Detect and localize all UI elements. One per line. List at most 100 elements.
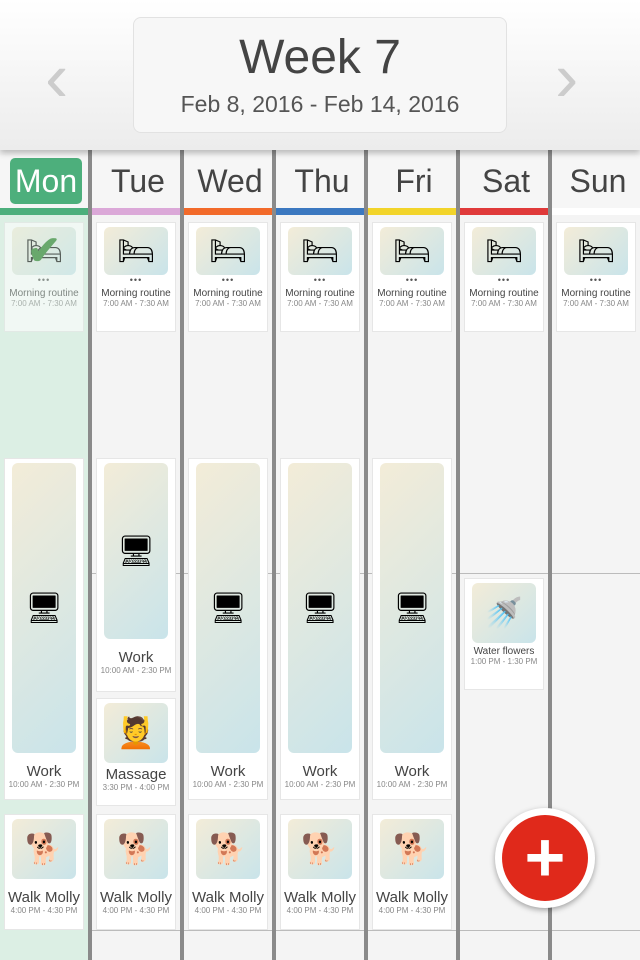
day-header[interactable]: Sun [552, 155, 640, 215]
event-image: 🛏 [380, 227, 444, 275]
day-color-bar [460, 208, 552, 215]
event-name: Morning routine [469, 288, 539, 299]
event-card-walk[interactable]: 🐕 Walk Molly 4:00 PM - 4:30 PM [96, 814, 176, 930]
event-time: 7:00 AM - 7:30 AM [287, 299, 353, 308]
event-image: 🖥 [104, 463, 168, 639]
event-image: 🐕 [288, 819, 352, 879]
day-column-wed[interactable]: Wed 🛏 ••• Morning routine 7:00 AM - 7:30 AM 🖥… [184, 150, 276, 960]
event-image: 🛏 [472, 227, 536, 275]
event-name: Walk Molly [192, 889, 264, 906]
event-time: 7:00 AM - 7:30 AM [471, 299, 537, 308]
day-header[interactable]: Sat [460, 155, 552, 215]
event-card-work[interactable]: 🖥 Work 10:00 AM - 2:30 PM [4, 458, 84, 800]
event-name: Water flowers [473, 646, 535, 657]
day-header[interactable]: Tue [92, 155, 184, 215]
event-card-work[interactable]: 🖥 Work 10:00 AM - 2:30 PM [188, 458, 268, 800]
event-card-work[interactable]: 🖥 Work 10:00 AM - 2:30 PM [372, 458, 452, 800]
event-card-walk[interactable]: 🐕 Walk Molly 4:00 PM - 4:30 PM [280, 814, 360, 930]
day-color-bar [0, 208, 92, 215]
event-time: 4:00 PM - 4:30 PM [102, 906, 170, 915]
event-time: 7:00 AM - 7:30 AM [195, 299, 261, 308]
event-time: 10:00 AM - 2:30 PM [376, 780, 448, 789]
event-time: 4:00 PM - 4:30 PM [286, 906, 354, 915]
more-icon: ••• [129, 275, 143, 285]
event-time: 1:00 PM - 1:30 PM [470, 657, 538, 666]
event-name: Morning routine [101, 288, 171, 299]
event-card-morning[interactable]: 🛏 ••• Morning routine 7:00 AM - 7:30 AM [280, 222, 360, 332]
event-image: 🖥 [288, 463, 352, 753]
event-card-work[interactable]: 🖥 Work 10:00 AM - 2:30 PM [96, 458, 176, 692]
event-card-morning[interactable]: 🛏 ••• Morning routine 7:00 AM - 7:30 AM [556, 222, 636, 332]
event-card-morning[interactable]: 🛏 ••• Morning routine 7:00 AM - 7:30 AM [96, 222, 176, 332]
event-name: Work [210, 763, 246, 780]
more-icon: ••• [405, 275, 419, 285]
plus-icon: + [502, 815, 588, 901]
event-card-morning[interactable]: 🛏 ••• Morning routine 7:00 AM - 7:30 AM [188, 222, 268, 332]
event-name: Walk Molly [376, 889, 448, 906]
day-column-fri[interactable]: Fri 🛏 ••• Morning routine 7:00 AM - 7:30 AM 🖥… [368, 150, 460, 960]
week-selector[interactable]: Week 7 Feb 8, 2016 - Feb 14, 2016 [133, 17, 507, 133]
day-column-thu[interactable]: Thu 🛏 ••• Morning routine 7:00 AM - 7:30 AM 🖥… [276, 150, 368, 960]
event-time: 7:00 AM - 7:30 AM [11, 299, 77, 308]
event-time: 10:00 AM - 2:30 PM [8, 780, 80, 789]
event-card-morning[interactable]: 🛏 ✔ ••• Morning routine 7:00 AM - 7:30 AM [4, 222, 84, 332]
more-icon: ••• [313, 275, 327, 285]
event-name: Morning routine [9, 288, 79, 299]
event-name: Work [26, 763, 62, 780]
checkmark-icon: ✔ [27, 229, 61, 273]
event-card-flowers[interactable]: 🚿 Water flowers 1:00 PM - 1:30 PM [464, 578, 544, 690]
event-card-work[interactable]: 🖥 Work 10:00 AM - 2:30 PM [280, 458, 360, 800]
event-card-massage[interactable]: 💆 Massage 3:30 PM - 4:00 PM [96, 698, 176, 806]
day-header[interactable]: Mon [0, 155, 92, 215]
event-image: 🛏 [196, 227, 260, 275]
date-range: Feb 8, 2016 - Feb 14, 2016 [180, 91, 460, 117]
event-name: Morning routine [377, 288, 447, 299]
add-event-button[interactable]: + [495, 808, 595, 908]
day-column-mon[interactable]: Mon 🛏 ✔ ••• Morning routine 7:00 AM - 7:30 AM… [0, 150, 92, 960]
event-card-walk[interactable]: 🐕 Walk Molly 4:00 PM - 4:30 PM [372, 814, 452, 930]
more-icon: ••• [589, 275, 603, 285]
day-color-bar [552, 208, 640, 215]
event-image: 🚿 [472, 583, 536, 643]
event-card-morning[interactable]: 🛏 ••• Morning routine 7:00 AM - 7:30 AM [464, 222, 544, 332]
day-header[interactable]: Fri [368, 155, 460, 215]
event-time: 7:00 AM - 7:30 AM [563, 299, 629, 308]
event-image: 🖥 [196, 463, 260, 753]
event-time: 7:00 AM - 7:30 AM [103, 299, 169, 308]
event-name: Morning routine [285, 288, 355, 299]
event-name: Walk Molly [284, 889, 356, 906]
event-image: 🐕 [104, 819, 168, 879]
event-image: 🐕 [380, 819, 444, 879]
event-image: 💆 [104, 703, 168, 763]
event-name: Walk Molly [8, 889, 80, 906]
day-color-bar [184, 208, 276, 215]
event-time: 10:00 AM - 2:30 PM [192, 780, 264, 789]
event-name: Work [302, 763, 338, 780]
event-image: 🖥 [380, 463, 444, 753]
event-time: 4:00 PM - 4:30 PM [378, 906, 446, 915]
chevron-left-icon[interactable]: ‹ [45, 42, 68, 112]
day-header[interactable]: Wed [184, 155, 276, 215]
event-name: Work [394, 763, 430, 780]
event-name: Massage [105, 766, 167, 783]
event-image: 🛏 ✔ [12, 227, 76, 275]
day-header[interactable]: Thu [276, 155, 368, 215]
event-name: Morning routine [561, 288, 631, 299]
day-column-tue[interactable]: Tue 🛏 ••• Morning routine 7:00 AM - 7:30 AM 🖥… [92, 150, 184, 960]
event-image: 🛏 [564, 227, 628, 275]
event-card-walk[interactable]: 🐕 Walk Molly 4:00 PM - 4:30 PM [4, 814, 84, 930]
more-icon: ••• [497, 275, 511, 285]
chevron-right-icon[interactable]: › [555, 42, 578, 112]
more-icon: ••• [221, 275, 235, 285]
week-title: Week 7 [239, 31, 401, 84]
event-name: Walk Molly [100, 889, 172, 906]
event-card-walk[interactable]: 🐕 Walk Molly 4:00 PM - 4:30 PM [188, 814, 268, 930]
event-name: Work [118, 649, 154, 666]
day-color-bar [368, 208, 460, 215]
event-card-morning[interactable]: 🛏 ••• Morning routine 7:00 AM - 7:30 AM [372, 222, 452, 332]
event-time: 4:00 PM - 4:30 PM [10, 906, 78, 915]
event-image: 🛏 [288, 227, 352, 275]
event-name: Morning routine [193, 288, 263, 299]
event-time: 10:00 AM - 2:30 PM [284, 780, 356, 789]
more-icon: ••• [37, 275, 51, 285]
